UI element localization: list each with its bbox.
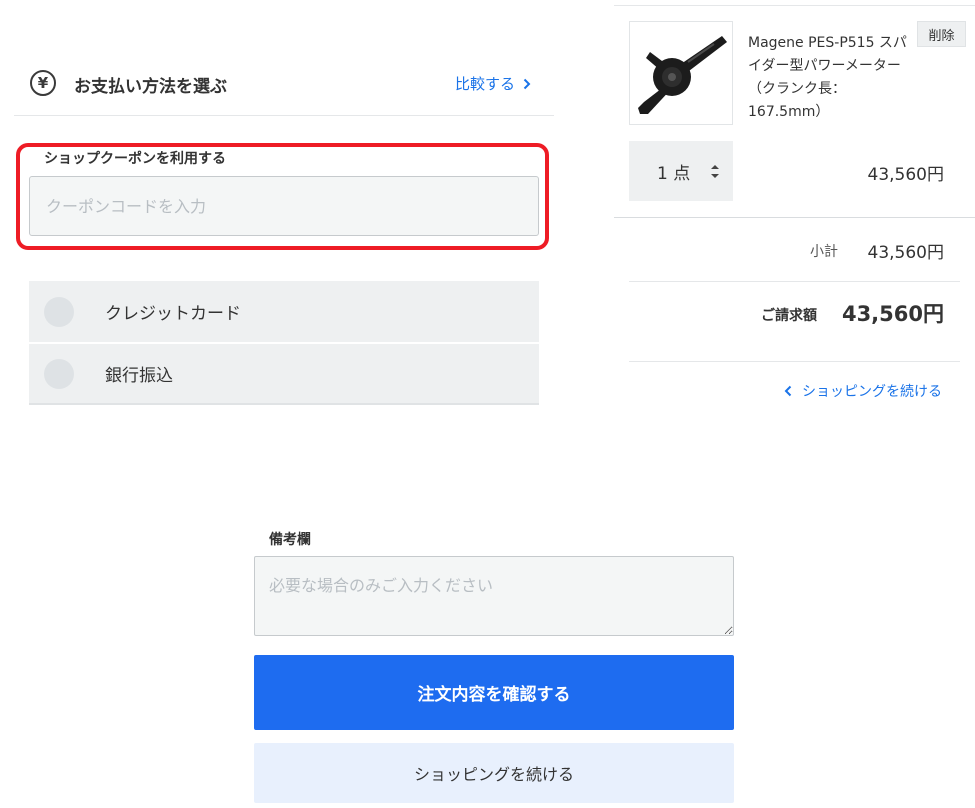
payment-option-bank-transfer[interactable]: 銀行振込 [29,344,539,405]
coupon-label: ショップクーポンを利用する [44,151,226,167]
subtotal-value: 43,560円 [867,243,944,263]
payment-option-label: クレジットカード [105,304,241,324]
compare-link[interactable]: 比較する [455,73,531,94]
confirm-order-button[interactable]: 注文内容を確認する [254,655,734,730]
total-value: 43,560円 [841,302,944,326]
yen-icon: ¥ [30,70,56,96]
power-meter-crank-image [638,36,727,114]
continue-shopping-link-label: ショッピングを続ける [802,384,942,400]
quantity-select[interactable]: 1 点 [629,141,733,201]
delete-item-button[interactable]: 削除 [917,21,966,47]
payment-option-credit-card[interactable]: クレジットカード [29,281,539,342]
continue-shopping-button[interactable]: ショッピングを続ける [254,743,734,803]
divider [14,115,554,116]
chevron-right-icon [523,78,531,89]
total-label: ご請求額 [761,308,817,324]
radio-button[interactable] [44,296,74,327]
subtotal-label: 小計 [810,244,838,260]
coupon-code-input[interactable] [29,176,539,236]
item-price: 43,560円 [867,165,944,185]
divider [614,5,975,6]
compare-link-label: 比較する [455,75,516,93]
notes-label: 備考欄 [269,532,311,548]
continue-shopping-link[interactable]: ショッピングを続ける [784,381,942,401]
radio-button[interactable] [44,358,74,389]
sort-updown-icon [710,164,720,179]
payment-option-label: 銀行振込 [105,366,173,386]
product-name[interactable]: Magene PES-P515 スパイダー型パワーメーター（クランク長：167.… [748,32,908,124]
quantity-value: 1 点 [657,163,691,184]
chevron-left-icon [784,385,792,397]
divider [614,217,975,218]
divider [629,361,960,362]
notes-textarea[interactable] [254,556,734,636]
payment-section-title: お支払い方法を選ぶ [74,77,227,97]
divider [629,281,960,282]
product-image[interactable] [629,21,733,125]
